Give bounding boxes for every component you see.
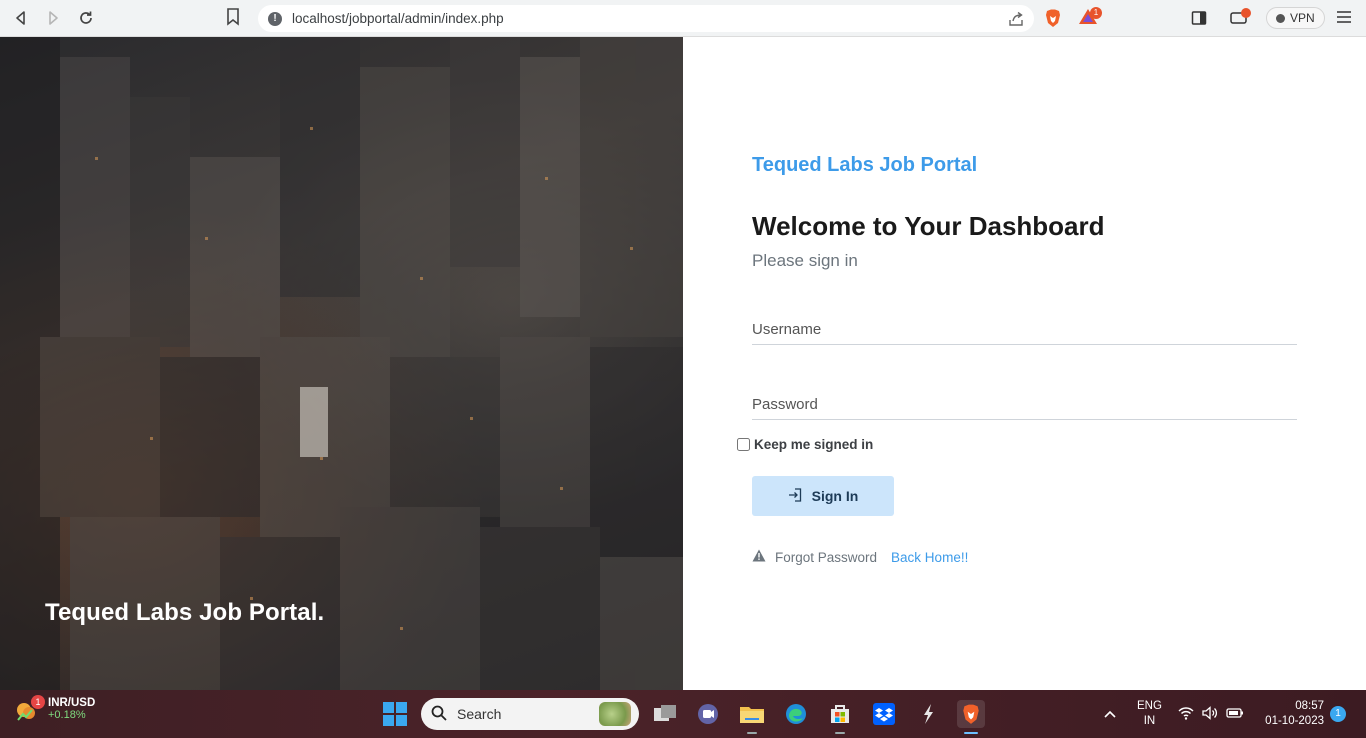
sidebar-icon[interactable] <box>1191 10 1207 31</box>
sign-in-label: Sign In <box>811 488 859 504</box>
sign-in-button[interactable]: Sign In <box>752 476 894 516</box>
username-input[interactable] <box>752 315 1297 345</box>
wifi-icon <box>1178 706 1194 725</box>
file-explorer-icon[interactable] <box>738 700 766 734</box>
login-links: Forgot Password Back Home!! <box>752 549 968 565</box>
widget-title: INR/USD <box>48 697 96 709</box>
clock-time: 08:57 <box>1295 700 1324 712</box>
sublime-lightning-icon[interactable] <box>914 700 942 728</box>
vpn-button[interactable]: VPN <box>1266 7 1325 29</box>
share-icon[interactable] <box>1008 11 1024 32</box>
hero-caption: Tequed Labs Job Portal. <box>45 599 325 626</box>
menu-icon[interactable] <box>1336 10 1352 29</box>
site-info-icon[interactable]: ! <box>268 11 282 26</box>
reload-icon[interactable] <box>74 6 98 30</box>
back-icon[interactable] <box>9 6 33 30</box>
taskbar-search[interactable]: Search <box>421 698 639 730</box>
forgot-password-link[interactable]: Forgot Password <box>752 549 877 565</box>
widget-badge: 1 <box>31 695 45 709</box>
volume-icon <box>1202 706 1218 725</box>
sign-in-icon <box>788 487 802 505</box>
forgot-password-label: Forgot Password <box>775 549 878 565</box>
vpn-label: VPN <box>1290 11 1315 25</box>
clock-date: 01-10-2023 <box>1265 715 1324 727</box>
wallet-notification-dot <box>1241 8 1251 18</box>
portal-brand: Tequed Labs Job Portal <box>752 154 978 176</box>
widget-change: +0.18% <box>48 709 86 721</box>
address-bar[interactable]: ! localhost/jobportal/admin/index.php <box>258 5 1034 32</box>
windows-start-icon[interactable] <box>383 702 407 726</box>
brave-browser-taskbar-icon[interactable] <box>957 700 985 734</box>
bookmark-icon[interactable] <box>226 8 240 31</box>
system-tray[interactable] <box>1178 706 1244 725</box>
windows-taskbar: 1 INR/USD +0.18% Search ENG IN 08:57 01-… <box>0 690 1366 738</box>
region-code: IN <box>1143 715 1156 727</box>
url-text[interactable]: localhost/jobportal/admin/index.php <box>292 11 504 26</box>
keep-signed-in-checkbox[interactable] <box>737 438 750 451</box>
notification-badge[interactable]: 1 <box>1330 706 1346 722</box>
page-content: Tequed Labs Job Portal. Tequed Labs Job … <box>0 37 1366 690</box>
dropbox-icon[interactable] <box>870 700 898 728</box>
language-indicator[interactable]: ENG IN <box>1137 699 1162 729</box>
running-indicator <box>835 732 845 734</box>
keep-signed-in[interactable]: Keep me signed in <box>737 437 873 452</box>
page-title: Welcome to Your Dashboard <box>752 211 1105 241</box>
currency-widget[interactable]: 1 INR/USD +0.18% <box>14 695 96 722</box>
search-label: Search <box>457 706 502 722</box>
brave-shields-icon[interactable] <box>1043 8 1063 33</box>
signin-subtitle: Please sign in <box>752 251 858 270</box>
battery-icon <box>1226 706 1244 725</box>
city-skyline-graphic <box>0 37 683 690</box>
running-indicator <box>747 732 757 734</box>
search-icon <box>431 705 447 724</box>
forward-icon[interactable] <box>41 6 65 30</box>
browser-toolbar: ! localhost/jobportal/admin/index.php 1 … <box>0 0 1366 37</box>
edge-browser-icon[interactable] <box>782 700 810 728</box>
login-panel: Tequed Labs Job Portal Welcome to Your D… <box>683 37 1366 690</box>
back-home-link[interactable]: Back Home!! <box>891 550 968 565</box>
city-hero-image: Tequed Labs Job Portal. <box>0 37 683 690</box>
rewards-badge: 1 <box>1090 7 1102 19</box>
search-highlight-image <box>599 702 631 726</box>
keep-signed-in-label: Keep me signed in <box>754 437 874 452</box>
teams-chat-icon[interactable] <box>694 700 722 728</box>
warning-icon <box>752 549 766 565</box>
password-input[interactable] <box>752 390 1297 420</box>
task-view-icon[interactable] <box>651 700 679 728</box>
running-indicator <box>964 732 978 734</box>
currency-widget-icon: 1 <box>14 695 45 722</box>
taskbar-clock[interactable]: 08:57 01-10-2023 <box>1258 699 1324 729</box>
language-code: ENG <box>1137 700 1162 712</box>
chevron-up-icon[interactable] <box>1103 706 1117 724</box>
microsoft-store-icon[interactable] <box>826 700 854 734</box>
vpn-status-icon <box>1276 13 1285 23</box>
